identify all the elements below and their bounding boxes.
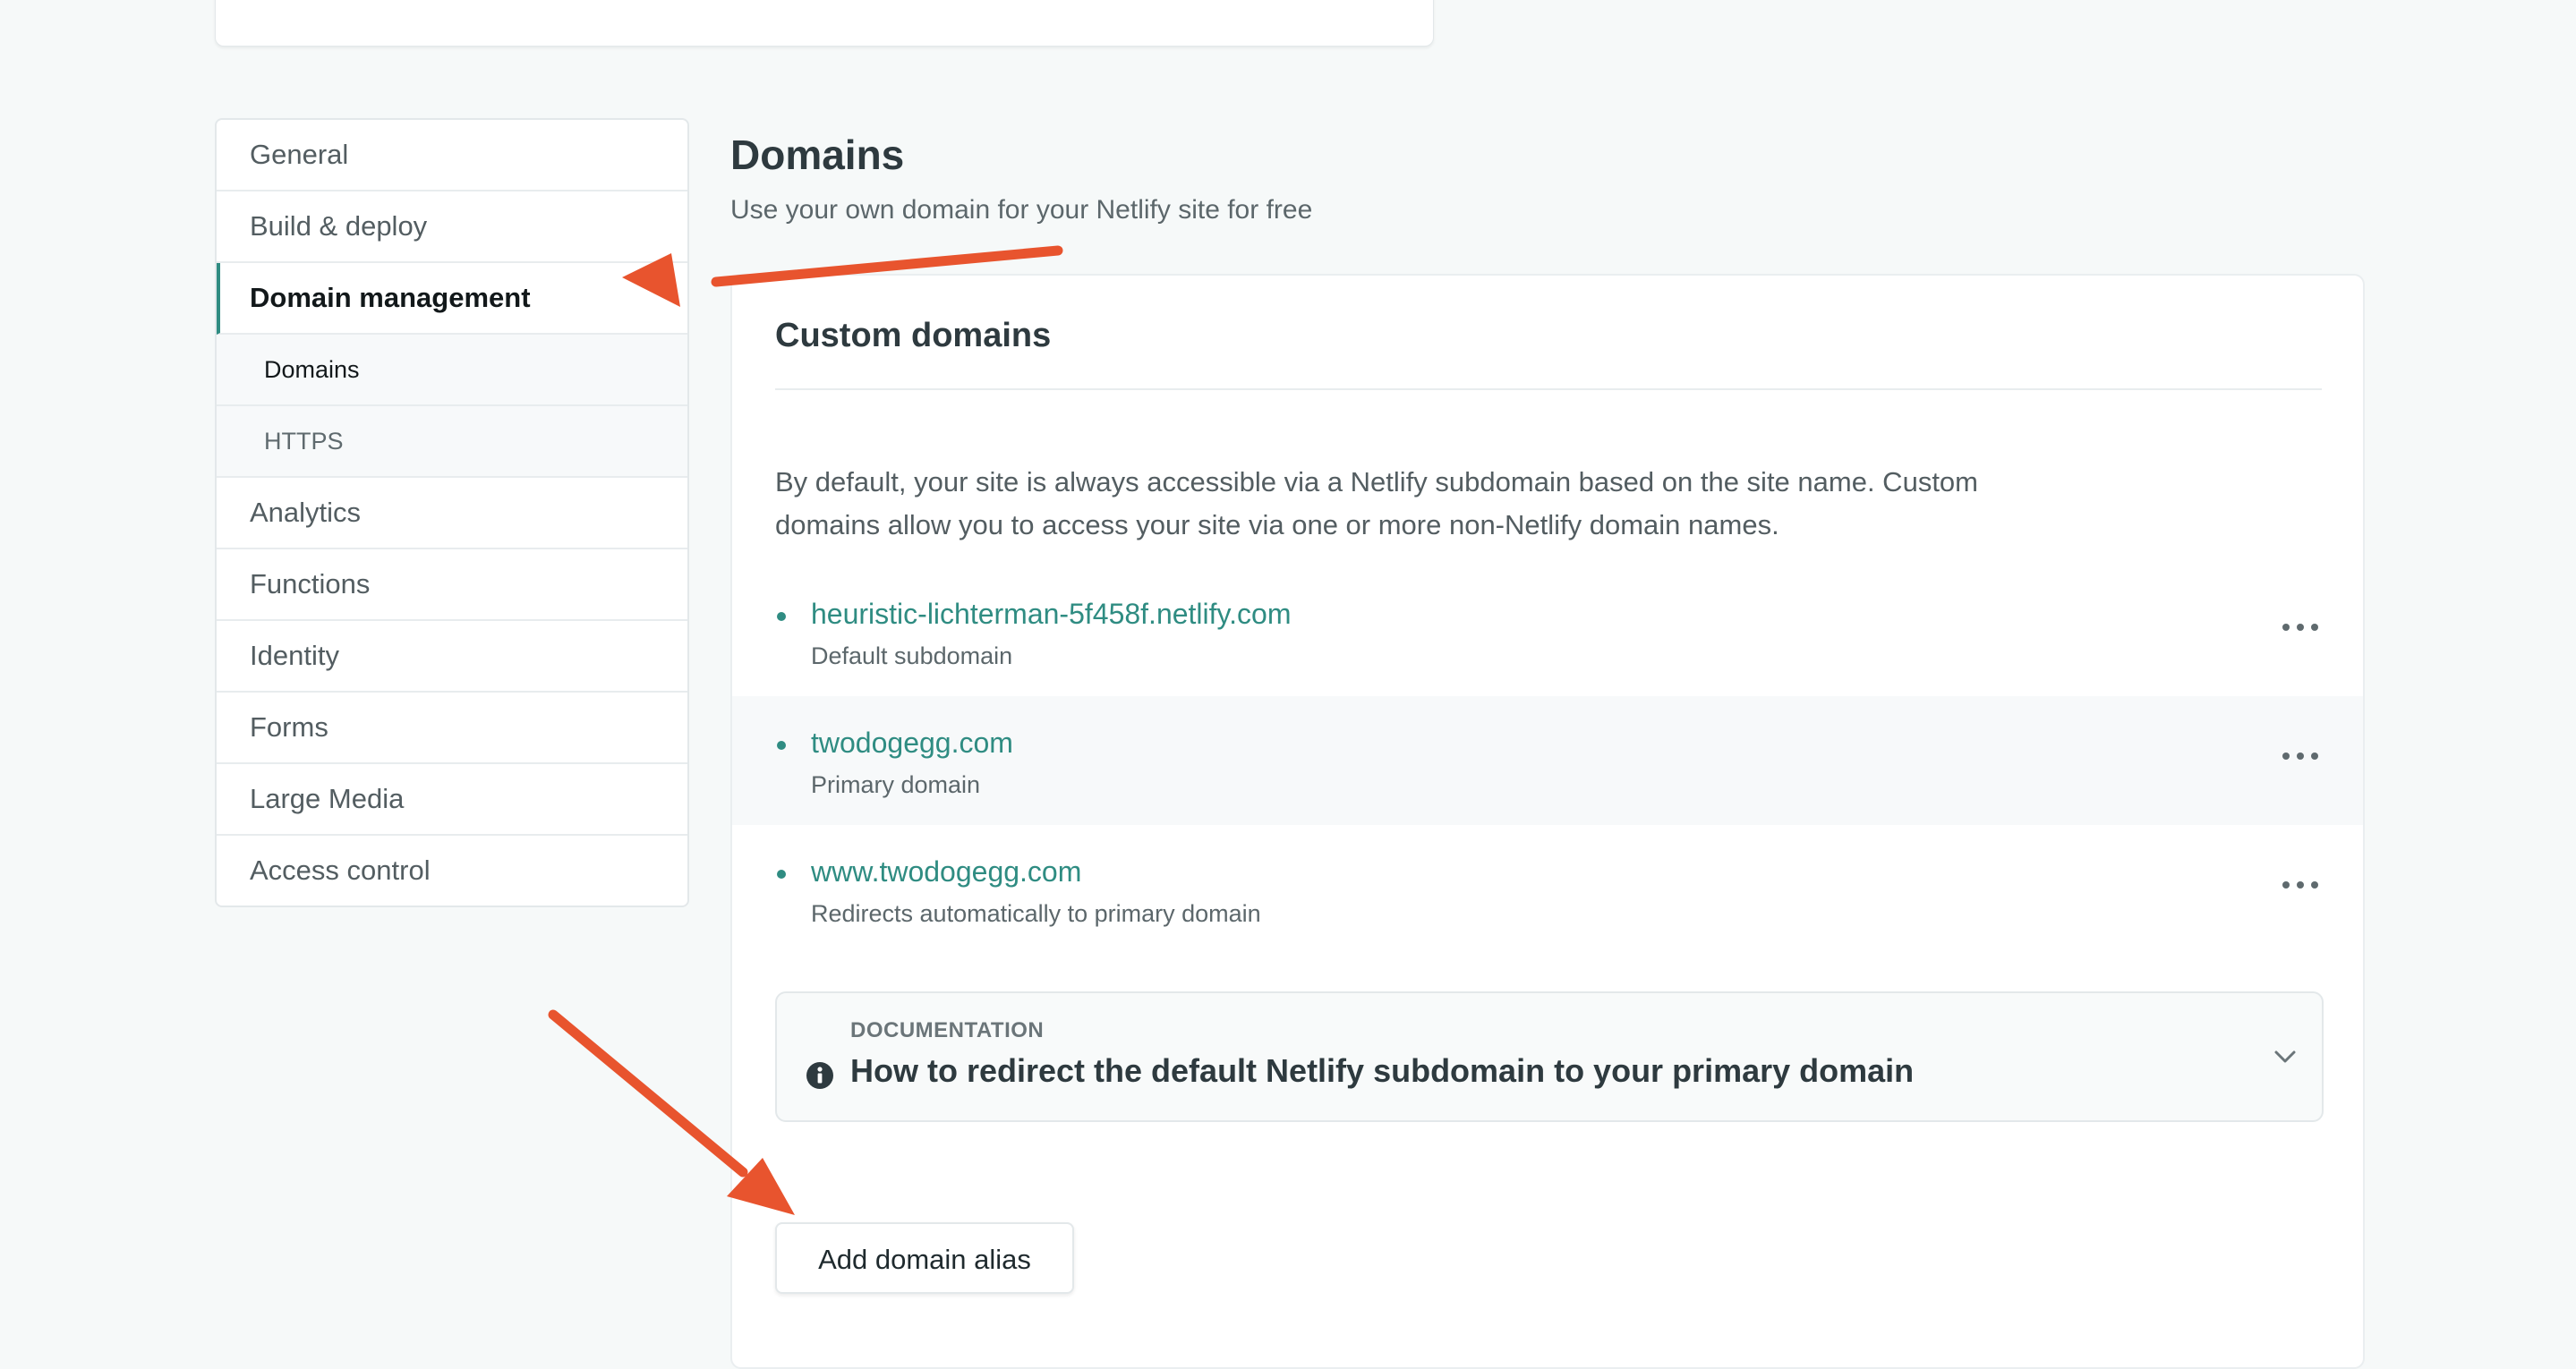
more-icon[interactable]: [2282, 616, 2318, 639]
domain-role: Redirects automatically to primary domai…: [811, 900, 1261, 927]
sidebar-item-analytics[interactable]: Analytics: [217, 478, 687, 549]
panel-title: Custom domains: [775, 317, 1052, 354]
custom-domains-panel: Custom domains By default, your site is …: [730, 274, 2365, 1369]
domain-link[interactable]: heuristic-lichterman-5f458f.netlify.com: [811, 598, 1292, 631]
divider: [775, 388, 2322, 390]
page-title: Domains: [730, 132, 905, 178]
sidebar-item-forms[interactable]: Forms: [217, 693, 687, 764]
sidebar-item-identity[interactable]: Identity: [217, 621, 687, 693]
documentation-accordion[interactable]: DOCUMENTATION How to redirect the defaul…: [775, 991, 2324, 1122]
bullet-icon: [777, 870, 786, 879]
domain-role: Primary domain: [811, 771, 981, 798]
domain-row: heuristic-lichterman-5f458f.netlify.com …: [732, 567, 2363, 696]
bullet-icon: [777, 741, 786, 750]
page-subtitle: Use your own domain for your Netlify sit…: [730, 195, 1313, 225]
settings-sidebar: General Build & deploy Domain management…: [215, 118, 689, 907]
documentation-label: DOCUMENTATION: [850, 1018, 1045, 1042]
domain-link[interactable]: twodogegg.com: [811, 727, 1013, 760]
add-domain-alias-button[interactable]: Add domain alias: [775, 1222, 1074, 1294]
chevron-down-icon[interactable]: [2272, 1043, 2299, 1070]
sidebar-subitem-domains[interactable]: Domains: [217, 335, 687, 406]
sidebar-item-build-deploy[interactable]: Build & deploy: [217, 191, 687, 263]
top-card: [215, 0, 1434, 47]
sidebar-item-large-media[interactable]: Large Media: [217, 764, 687, 836]
sidebar-item-domain-management[interactable]: Domain management: [217, 263, 687, 335]
panel-description: By default, your site is always accessib…: [775, 466, 1978, 540]
more-icon[interactable]: [2282, 744, 2318, 768]
documentation-title: How to redirect the default Netlify subd…: [850, 1052, 1915, 1089]
bullet-icon: [777, 612, 786, 621]
sidebar-item-general[interactable]: General: [217, 120, 687, 191]
domain-row: www.twodogegg.com Redirects automaticall…: [732, 825, 2363, 954]
more-icon[interactable]: [2282, 873, 2318, 897]
sidebar-subitem-https[interactable]: HTTPS: [217, 406, 687, 478]
sidebar-item-functions[interactable]: Functions: [217, 549, 687, 621]
domain-role: Default subdomain: [811, 642, 1013, 669]
sidebar-item-access-control[interactable]: Access control: [217, 836, 687, 906]
domain-row: twodogegg.com Primary domain: [732, 696, 2363, 825]
info-icon: [806, 1062, 833, 1089]
domain-link[interactable]: www.twodogegg.com: [811, 855, 1081, 889]
